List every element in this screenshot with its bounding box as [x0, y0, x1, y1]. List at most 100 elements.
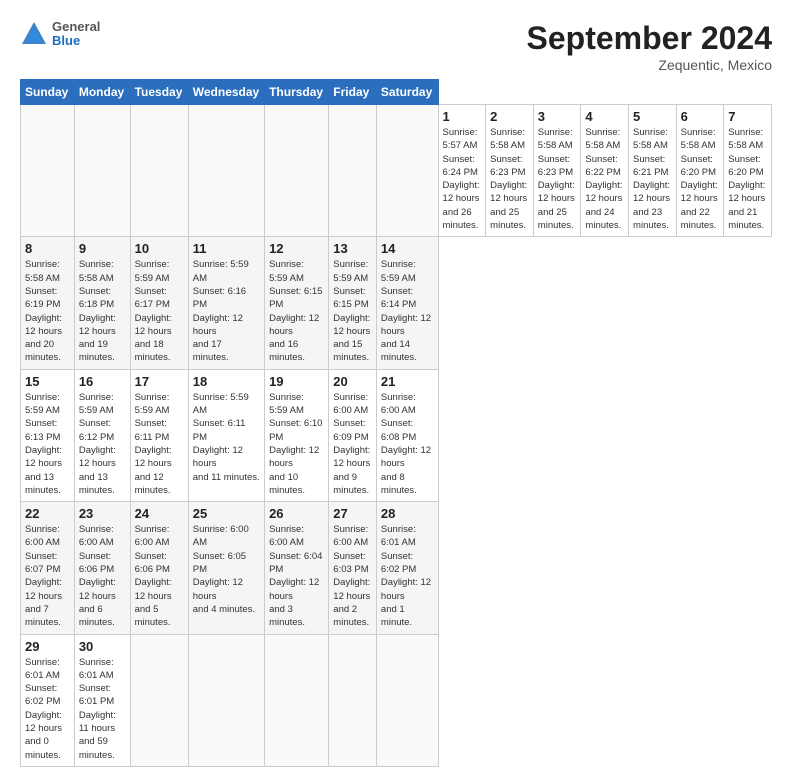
day-number: 27	[333, 506, 372, 521]
day-number: 14	[381, 241, 434, 256]
day-info: Sunrise: 5:59 AMSunset: 6:10 PMDaylight:…	[269, 391, 324, 497]
calendar-cell: 7 Sunrise: 5:58 AMSunset: 6:20 PMDaylight…	[724, 105, 772, 237]
calendar-header-tuesday: Tuesday	[130, 80, 188, 105]
logo-general-text: General	[52, 20, 100, 34]
day-info: Sunrise: 6:00 AMSunset: 6:06 PMDaylight:…	[79, 523, 126, 629]
calendar-cell: 6Sunrise: 5:58 AMSunset: 6:20 PMDaylight…	[676, 105, 724, 237]
calendar-header-saturday: Saturday	[376, 80, 438, 105]
day-info: Sunrise: 5:58 AMSunset: 6:22 PMDaylight:…	[585, 126, 624, 232]
calendar-cell: 24 Sunrise: 6:00 AMSunset: 6:06 PMDayligh…	[130, 502, 188, 634]
day-number: 12	[269, 241, 324, 256]
calendar-cell	[376, 634, 438, 766]
calendar-cell: 10 Sunrise: 5:59 AMSunset: 6:17 PMDayligh…	[130, 237, 188, 369]
day-info: Sunrise: 5:59 AMSunset: 6:15 PMDaylight:…	[269, 258, 324, 364]
day-number: 6	[681, 109, 720, 124]
calendar-cell: 15Sunrise: 5:59 AMSunset: 6:13 PMDayligh…	[21, 369, 75, 501]
day-number: 22	[25, 506, 70, 521]
day-number: 29	[25, 639, 70, 654]
calendar-cell	[329, 634, 377, 766]
calendar-week-1: 8Sunrise: 5:58 AMSunset: 6:19 PMDaylight…	[21, 237, 772, 369]
calendar-header-monday: Monday	[74, 80, 130, 105]
calendar-cell: 3 Sunrise: 5:58 AMSunset: 6:23 PMDaylight…	[533, 105, 581, 237]
day-info: Sunrise: 5:59 AMSunset: 6:17 PMDaylight:…	[135, 258, 184, 364]
calendar-header-friday: Friday	[329, 80, 377, 105]
calendar-cell: 11Sunrise: 5:59 AMSunset: 6:16 PMDayligh…	[188, 237, 264, 369]
calendar-week-4: 29Sunrise: 6:01 AMSunset: 6:02 PMDayligh…	[21, 634, 772, 766]
day-number: 2	[490, 109, 529, 124]
day-number: 24	[135, 506, 184, 521]
day-number: 19	[269, 374, 324, 389]
calendar-cell: 25 Sunrise: 6:00 AMSunset: 6:05 PMDayligh…	[188, 502, 264, 634]
day-info: Sunrise: 5:59 AMSunset: 6:14 PMDaylight:…	[381, 258, 434, 364]
day-info: Sunrise: 5:58 AMSunset: 6:18 PMDaylight:…	[79, 258, 126, 364]
location: Zequentic, Mexico	[527, 57, 772, 73]
day-number: 5	[633, 109, 672, 124]
day-number: 17	[135, 374, 184, 389]
calendar-cell	[188, 105, 264, 237]
day-info: Sunrise: 6:00 AMSunset: 6:05 PMDaylight:…	[193, 523, 260, 616]
title-block: September 2024 Zequentic, Mexico	[527, 20, 772, 73]
header: General Blue September 2024 Zequentic, M…	[20, 20, 772, 73]
day-number: 8	[25, 241, 70, 256]
calendar-cell: 28 Sunrise: 6:01 AMSunset: 6:02 PMDayligh…	[376, 502, 438, 634]
day-number: 7	[728, 109, 767, 124]
day-number: 26	[269, 506, 324, 521]
calendar-cell: 12 Sunrise: 5:59 AMSunset: 6:15 PMDayligh…	[265, 237, 329, 369]
calendar-cell: 13Sunrise: 5:59 AMSunset: 6:15 PMDayligh…	[329, 237, 377, 369]
calendar-cell: 17 Sunrise: 5:59 AMSunset: 6:11 PMDayligh…	[130, 369, 188, 501]
calendar-cell	[21, 105, 75, 237]
day-info: Sunrise: 6:00 AMSunset: 6:08 PMDaylight:…	[381, 391, 434, 497]
calendar-cell: 18Sunrise: 5:59 AMSunset: 6:11 PMDayligh…	[188, 369, 264, 501]
calendar-header-wednesday: Wednesday	[188, 80, 264, 105]
day-number: 16	[79, 374, 126, 389]
calendar-cell: 20Sunrise: 6:00 AMSunset: 6:09 PMDayligh…	[329, 369, 377, 501]
logo-icon	[20, 20, 48, 48]
calendar-cell: 4Sunrise: 5:58 AMSunset: 6:22 PMDaylight…	[581, 105, 629, 237]
calendar-cell	[74, 105, 130, 237]
day-number: 30	[79, 639, 126, 654]
day-number: 9	[79, 241, 126, 256]
day-info: Sunrise: 6:01 AMSunset: 6:02 PMDaylight:…	[381, 523, 434, 629]
day-info: Sunrise: 5:58 AMSunset: 6:20 PMDaylight:…	[728, 126, 767, 232]
calendar-cell: 26 Sunrise: 6:00 AMSunset: 6:04 PMDayligh…	[265, 502, 329, 634]
day-info: Sunrise: 6:00 AMSunset: 6:07 PMDaylight:…	[25, 523, 70, 629]
day-number: 20	[333, 374, 372, 389]
day-info: Sunrise: 6:01 AMSunset: 6:01 PMDaylight:…	[79, 656, 126, 762]
calendar-cell: 16 Sunrise: 5:59 AMSunset: 6:12 PMDayligh…	[74, 369, 130, 501]
calendar-cell	[376, 105, 438, 237]
calendar-cell	[265, 105, 329, 237]
calendar-cell: 9 Sunrise: 5:58 AMSunset: 6:18 PMDaylight…	[74, 237, 130, 369]
day-info: Sunrise: 5:59 AMSunset: 6:12 PMDaylight:…	[79, 391, 126, 497]
day-info: Sunrise: 5:58 AMSunset: 6:23 PMDaylight:…	[538, 126, 577, 232]
day-info: Sunrise: 6:00 AMSunset: 6:06 PMDaylight:…	[135, 523, 184, 629]
calendar-cell: 27Sunrise: 6:00 AMSunset: 6:03 PMDayligh…	[329, 502, 377, 634]
day-number: 21	[381, 374, 434, 389]
day-info: Sunrise: 6:00 AMSunset: 6:04 PMDaylight:…	[269, 523, 324, 629]
day-number: 13	[333, 241, 372, 256]
calendar-week-2: 15Sunrise: 5:59 AMSunset: 6:13 PMDayligh…	[21, 369, 772, 501]
calendar-cell: 14 Sunrise: 5:59 AMSunset: 6:14 PMDayligh…	[376, 237, 438, 369]
day-number: 28	[381, 506, 434, 521]
calendar-cell: 23 Sunrise: 6:00 AMSunset: 6:06 PMDayligh…	[74, 502, 130, 634]
calendar-header-sunday: Sunday	[21, 80, 75, 105]
logo-blue-text: Blue	[52, 34, 100, 48]
day-number: 18	[193, 374, 260, 389]
calendar-cell: 5Sunrise: 5:58 AMSunset: 6:21 PMDaylight…	[629, 105, 677, 237]
month-title: September 2024	[527, 20, 772, 57]
calendar: SundayMondayTuesdayWednesdayThursdayFrid…	[20, 79, 772, 767]
calendar-cell: 21 Sunrise: 6:00 AMSunset: 6:08 PMDayligh…	[376, 369, 438, 501]
calendar-header-thursday: Thursday	[265, 80, 329, 105]
day-number: 10	[135, 241, 184, 256]
day-number: 25	[193, 506, 260, 521]
calendar-cell: 22 Sunrise: 6:00 AMSunset: 6:07 PMDayligh…	[21, 502, 75, 634]
calendar-cell	[130, 634, 188, 766]
calendar-cell	[329, 105, 377, 237]
calendar-header-row: SundayMondayTuesdayWednesdayThursdayFrid…	[21, 80, 772, 105]
calendar-cell: 1Sunrise: 5:57 AMSunset: 6:24 PMDaylight…	[438, 105, 486, 237]
day-number: 23	[79, 506, 126, 521]
calendar-cell: 30 Sunrise: 6:01 AMSunset: 6:01 PMDayligh…	[74, 634, 130, 766]
day-info: Sunrise: 5:57 AMSunset: 6:24 PMDaylight:…	[443, 126, 482, 232]
day-number: 3	[538, 109, 577, 124]
day-number: 11	[193, 241, 260, 256]
day-info: Sunrise: 5:59 AMSunset: 6:11 PMDaylight:…	[135, 391, 184, 497]
